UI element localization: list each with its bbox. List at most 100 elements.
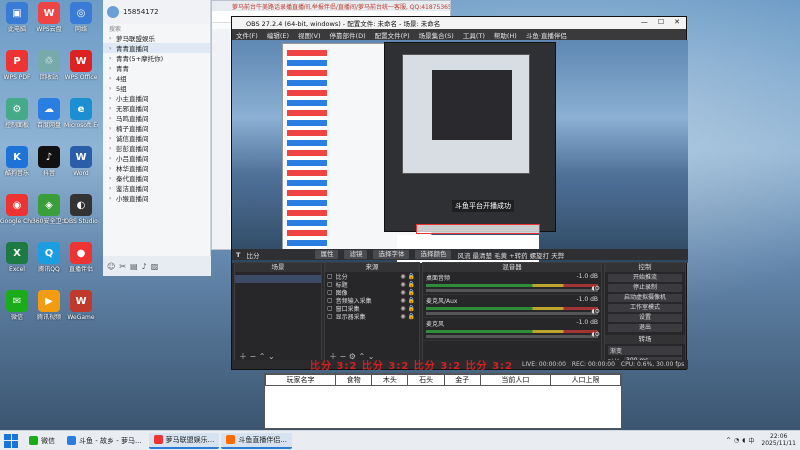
qq-group-item[interactable]: › 林华直播间 bbox=[103, 163, 210, 174]
desktop-icon[interactable]: e Microsoft Edge bbox=[64, 98, 98, 129]
app-icon: ● bbox=[70, 242, 92, 264]
desktop-icon[interactable]: W WeGame bbox=[64, 290, 98, 321]
qq-search-input[interactable]: 搜索 bbox=[103, 24, 210, 33]
obs-menu-item[interactable]: 配置文件(P) bbox=[375, 30, 410, 40]
control-button[interactable]: 设置 bbox=[608, 314, 682, 322]
visibility-icon[interactable]: ◉ 🔒 bbox=[400, 297, 415, 304]
qq-group-item[interactable]: › 彭彭直播间 bbox=[103, 143, 210, 154]
control-button[interactable]: 开始推流 bbox=[608, 274, 682, 282]
windows-start-icon[interactable] bbox=[4, 433, 18, 448]
desktop-icon[interactable]: ◎ 网络 bbox=[64, 2, 98, 33]
desktop-icon[interactable]: ▶ 腾讯视频 bbox=[32, 290, 66, 321]
desktop-icon[interactable]: ◉ Google Chrome bbox=[0, 194, 34, 225]
qq-group-item[interactable]: › 无邪直播间 bbox=[103, 103, 210, 114]
desktop-icon[interactable]: Q 腾讯QQ bbox=[32, 242, 66, 273]
desktop-icon-label: 百度网盘 bbox=[36, 122, 61, 129]
qq-group-item[interactable]: › 青青直播间 bbox=[103, 43, 210, 53]
desktop-icon[interactable]: ✉ 微信 bbox=[0, 290, 34, 321]
qq-group-item[interactable]: › 小吕直播间 bbox=[103, 153, 210, 164]
obs-menu-item[interactable]: 停靠部件(D) bbox=[330, 30, 366, 40]
folder-icon[interactable]: ▤ bbox=[130, 262, 138, 271]
obs-window[interactable]: OBS 27.2.4 (64-bit, windows) - 配置文件: 未命名… bbox=[231, 16, 688, 370]
desktop-icon[interactable]: ♪ 抖音 bbox=[32, 146, 66, 177]
scene-item[interactable] bbox=[235, 275, 321, 283]
obs-menu-item[interactable]: 工具(T) bbox=[463, 30, 485, 40]
close-icon[interactable]: ✕ bbox=[674, 18, 680, 26]
qq-group-item[interactable]: › 鉴洁直播间 bbox=[103, 183, 210, 194]
speaker-icon[interactable]: ◖⚙ bbox=[591, 331, 600, 338]
speaker-icon[interactable]: ◖⚙ bbox=[591, 308, 600, 315]
obs-menu-item[interactable]: 编辑(E) bbox=[267, 30, 289, 40]
desktop-icon[interactable]: ☁ 百度网盘 bbox=[32, 98, 66, 129]
table-column-header: 金子 bbox=[443, 374, 481, 386]
qq-group-item[interactable]: › 青青 bbox=[103, 63, 210, 74]
browser-tab[interactable]: 萝马前台牛美路话录播直播间,举报伴侣/直播间/萝马前台统一客服, QQ:4187… bbox=[212, 1, 450, 11]
taskbar-app[interactable]: 斗鱼 - 故乡 - 萝马... bbox=[62, 433, 147, 449]
desktop-icon[interactable]: W WPS Office bbox=[64, 50, 98, 81]
qq-group-item[interactable]: › 青青(5+摩托你) bbox=[103, 53, 210, 64]
mic-icon[interactable]: ♪ bbox=[142, 262, 147, 271]
control-button[interactable]: 启动虚拟摄像机 bbox=[608, 294, 682, 302]
taskbar-app[interactable]: 萝马联盟娱乐... bbox=[148, 432, 220, 449]
qq-group-item[interactable]: › 萝马联盟娱乐 bbox=[103, 33, 210, 44]
obs-menu-item[interactable]: 文件(F) bbox=[236, 30, 258, 40]
volume-slider[interactable]: ◖⚙ bbox=[426, 308, 600, 315]
desktop-icon[interactable]: ◐ OBS Studio bbox=[64, 194, 98, 225]
transition-select[interactable]: 渐变 bbox=[608, 346, 682, 355]
filters-button[interactable]: 滤镜 bbox=[344, 250, 368, 259]
ime-indicator[interactable]: 中 bbox=[748, 436, 754, 445]
qq-group-item[interactable]: › 小主直播间 bbox=[103, 93, 210, 104]
network-icon[interactable]: ◔ bbox=[734, 437, 739, 444]
taskbar-app[interactable]: 微信 bbox=[24, 433, 60, 449]
control-button[interactable]: 工作室模式 bbox=[608, 304, 682, 312]
obs-menu-item[interactable]: 斗鱼·直播伴侣 bbox=[526, 30, 567, 40]
qq-window[interactable]: 15854172 搜索 › 萝马联盟娱乐 › 青青直播间 › 青青(5+摩托你) › 青青 › 4… bbox=[103, 0, 211, 256]
qq-group-item[interactable]: › 楠子直播间 bbox=[103, 123, 210, 134]
desktop-icon[interactable]: P WPS PDF bbox=[0, 50, 34, 81]
desktop-icon[interactable]: W Word bbox=[64, 146, 98, 177]
qq-avatar[interactable] bbox=[107, 6, 119, 18]
qq-group-item[interactable]: › 5组 bbox=[103, 83, 210, 94]
volume-meter bbox=[426, 284, 598, 287]
chevron-up-icon[interactable]: ^ bbox=[726, 437, 731, 444]
obs-menu-item[interactable]: 视图(V) bbox=[298, 30, 321, 40]
volume-slider[interactable]: ◖⚙ bbox=[426, 285, 600, 292]
maximize-icon[interactable]: ☐ bbox=[658, 18, 664, 26]
scissors-icon[interactable]: ✂ bbox=[119, 262, 126, 271]
clock[interactable]: 22:06 2025/11/11 bbox=[761, 433, 796, 447]
properties-button[interactable]: 属性 bbox=[315, 250, 339, 259]
desktop-icon[interactable]: ● 直播伴侣 bbox=[64, 242, 98, 273]
qq-group-item[interactable]: › 诚信直播间 bbox=[103, 133, 210, 144]
speaker-icon[interactable]: ◖⚙ bbox=[591, 285, 600, 292]
desktop-icon[interactable]: ⚙ 控制面板 bbox=[0, 98, 34, 129]
select-font-button[interactable]: 选择字体 bbox=[373, 250, 410, 259]
volume-icon[interactable]: ◖ bbox=[742, 437, 745, 444]
control-button[interactable]: 退出 bbox=[608, 324, 682, 332]
source-item[interactable]: ▢ 显示器采集 ◉ 🔒 bbox=[325, 312, 419, 321]
visibility-icon[interactable]: ◉ 🔒 bbox=[400, 289, 415, 296]
qq-group-item[interactable]: › 小猴直播间 bbox=[103, 193, 210, 204]
taskbar-app[interactable]: 斗鱼直播伴侣... bbox=[221, 432, 293, 449]
visibility-icon[interactable]: ◉ 🔒 bbox=[400, 281, 415, 288]
obs-menu-item[interactable]: 帮助(H) bbox=[494, 30, 517, 40]
qq-group-item[interactable]: › 4组 bbox=[103, 73, 210, 84]
desktop-icon[interactable]: ▣ 此电脑 bbox=[0, 2, 34, 33]
desktop-icon[interactable]: W WPS云盘 bbox=[32, 2, 66, 33]
control-button[interactable]: 停止录制 bbox=[608, 284, 682, 292]
desktop-icon[interactable]: K 酷狗音乐 bbox=[0, 146, 34, 177]
desktop-icon[interactable]: X Excel bbox=[0, 242, 34, 273]
sticker-icon[interactable]: ☺ bbox=[107, 262, 115, 271]
volume-slider[interactable]: ◖⚙ bbox=[426, 331, 600, 338]
qq-group-item[interactable]: › 马鸣直播间 bbox=[103, 113, 210, 124]
visibility-icon[interactable]: ◉ 🔒 bbox=[400, 273, 415, 280]
desktop-icon[interactable]: ◈ 360安全卫士 bbox=[32, 194, 66, 225]
qq-group-item[interactable]: › 秦代直播间 bbox=[103, 173, 210, 184]
desktop-icon[interactable]: ♲ 回收站 bbox=[32, 50, 66, 81]
select-color-button[interactable]: 选择颜色 bbox=[415, 250, 452, 259]
image-icon[interactable]: ▨ bbox=[151, 262, 159, 271]
visibility-icon[interactable]: ◉ 🔒 bbox=[400, 305, 415, 312]
obs-menu-item[interactable]: 场景集合(S) bbox=[419, 30, 454, 40]
obs-preview[interactable]: 斗鱼平台开播成功 bbox=[232, 40, 688, 263]
visibility-icon[interactable]: ◉ 🔒 bbox=[400, 313, 415, 320]
minimize-icon[interactable]: — bbox=[641, 18, 648, 26]
